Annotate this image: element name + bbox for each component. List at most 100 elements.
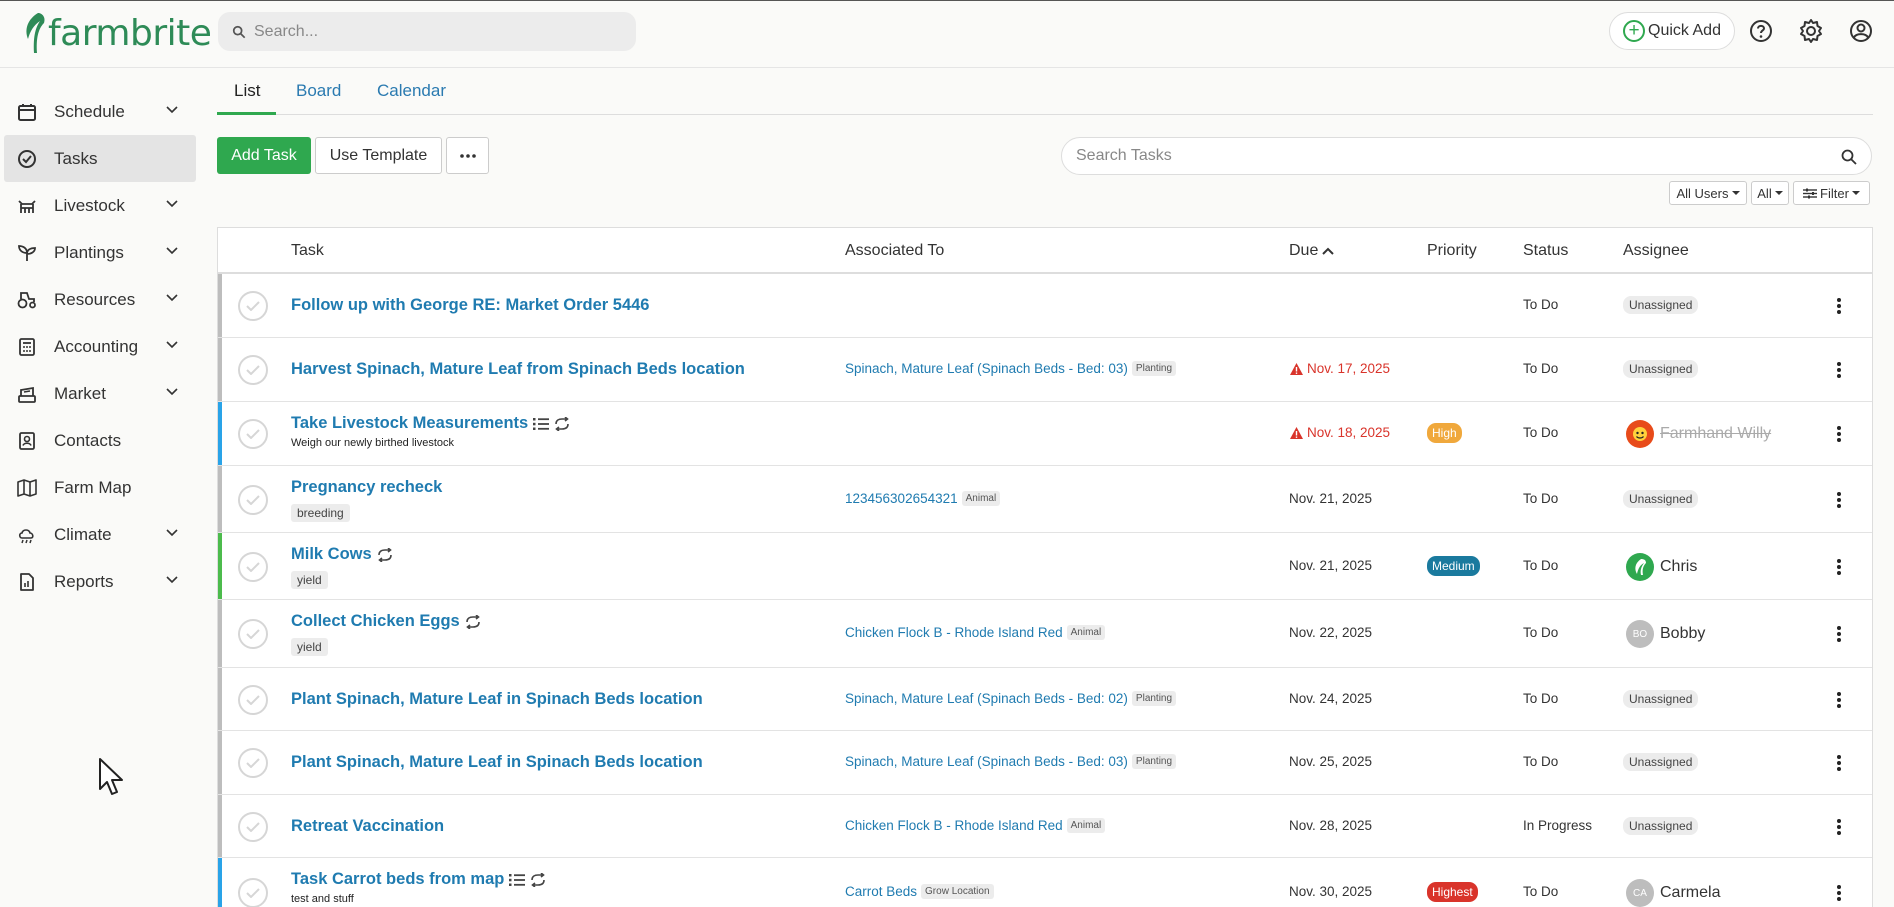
sidebar-item-schedule[interactable]: Schedule [4, 88, 196, 135]
assignee[interactable]: Chris [1626, 552, 1697, 581]
more-options-button[interactable] [446, 137, 489, 174]
table-row[interactable]: Retreat Vaccination Chicken Flock B - Rho… [218, 795, 1872, 858]
table-row[interactable]: Harvest Spinach, Mature Leaf from Spinac… [218, 338, 1872, 402]
sidebar-item-climate[interactable]: Climate [4, 511, 196, 558]
table-row[interactable]: Pregnancy recheck breeding 123456302654321… [218, 466, 1872, 533]
gear-icon[interactable] [1798, 18, 1824, 44]
complete-task-checkbox[interactable] [238, 551, 268, 582]
task-title-link[interactable]: Follow up with George RE: Market Order 5… [291, 296, 650, 315]
column-header-status[interactable]: Status [1523, 242, 1568, 260]
kebab-menu-icon[interactable] [1836, 491, 1842, 508]
table-row[interactable]: Plant Spinach, Mature Leaf in Spinach Be… [218, 731, 1872, 795]
add-task-button[interactable]: Add Task [217, 137, 311, 174]
column-header-priority[interactable]: Priority [1427, 242, 1477, 260]
user-account-icon[interactable] [1848, 18, 1874, 44]
table-row[interactable]: Plant Spinach, Mature Leaf in Spinach Be… [218, 668, 1872, 731]
sidebar-item-reports[interactable]: Reports [4, 558, 196, 605]
sidebar-item-plantings[interactable]: Plantings [4, 229, 196, 276]
task-title-link[interactable]: Harvest Spinach, Mature Leaf from Spinac… [291, 360, 745, 379]
sidebar-item-market[interactable]: Market [4, 370, 196, 417]
complete-task-checkbox[interactable] [238, 355, 268, 385]
global-search-input[interactable] [254, 22, 614, 41]
complete-task-checkbox[interactable] [238, 291, 268, 321]
kebab-menu-icon[interactable] [1836, 691, 1842, 708]
kebab-menu-icon[interactable] [1836, 426, 1842, 442]
complete-task-checkbox[interactable] [238, 419, 268, 449]
calendar-icon [18, 104, 36, 121]
task-title-link[interactable]: Plant Spinach, Mature Leaf in Spinach Be… [291, 753, 703, 772]
sidebar-item-livestock[interactable]: Livestock [4, 182, 196, 229]
chevron-down-icon [166, 200, 178, 208]
task-title-link[interactable]: Take Livestock Measurements [291, 414, 570, 433]
assignee[interactable]: CA Carmela [1626, 879, 1720, 907]
help-icon[interactable] [1748, 18, 1774, 44]
table-row[interactable]: Milk Cows yield Nov. 21, 2025 Medium To Do Ch… [218, 533, 1872, 600]
complete-task-checkbox[interactable] [238, 811, 268, 842]
task-title-link[interactable]: Collect Chicken Eggs [291, 612, 481, 631]
assignee-badge[interactable]: Unassigned [1623, 360, 1699, 378]
associated-link[interactable]: Chicken Flock B - Rhode Island Red Animal [845, 625, 1106, 640]
task-title-link[interactable]: Pregnancy recheck [291, 478, 442, 497]
sliders-icon [1803, 188, 1818, 198]
table-row[interactable]: Task Carrot beds from map test and stuff C… [218, 858, 1872, 907]
checkmark-icon [246, 429, 260, 439]
farmbrite-logo[interactable]: farmbrite [20, 9, 212, 57]
column-header-due[interactable]: Due [1289, 242, 1335, 260]
complete-task-checkbox[interactable] [238, 619, 268, 649]
all-dropdown[interactable]: All [1751, 181, 1789, 205]
kebab-menu-icon[interactable] [1836, 818, 1842, 835]
associated-link[interactable]: Spinach, Mature Leaf (Spinach Beds - Bed… [845, 754, 1177, 769]
kebab-menu-icon[interactable] [1836, 298, 1842, 314]
task-title-link[interactable]: Plant Spinach, Mature Leaf in Spinach Be… [291, 690, 703, 709]
associated-link[interactable]: Carrot Beds Grow Location [845, 884, 994, 899]
complete-task-checkbox[interactable] [238, 878, 268, 907]
global-search[interactable] [218, 12, 636, 51]
tab-list[interactable]: List [234, 81, 260, 101]
filter-dropdown[interactable]: Filter [1793, 181, 1870, 205]
task-title-link[interactable]: Retreat Vaccination [291, 817, 444, 836]
caret-down-icon [1851, 191, 1860, 195]
sidebar-item-farm-map[interactable]: Farm Map [4, 464, 196, 511]
kebab-menu-icon[interactable] [1836, 885, 1842, 901]
assignee-badge[interactable]: Unassigned [1623, 689, 1699, 708]
all-users-dropdown[interactable]: All Users [1669, 181, 1747, 205]
task-title-link[interactable]: Milk Cows [291, 545, 393, 564]
assignee-badge[interactable]: Unassigned [1623, 296, 1699, 314]
sidebar-item-resources[interactable]: Resources [4, 276, 196, 323]
assignee-badge[interactable]: Unassigned [1623, 816, 1699, 835]
tab-board[interactable]: Board [296, 81, 341, 101]
associated-link[interactable]: 123456302654321 Animal [845, 490, 1001, 506]
kebab-menu-icon[interactable] [1836, 626, 1842, 642]
quick-add-button[interactable]: + Quick Add [1609, 12, 1735, 50]
sidebar-item-label: Tasks [54, 148, 98, 168]
task-search-input[interactable] [1076, 147, 1816, 165]
complete-task-checkbox[interactable] [238, 684, 268, 715]
table-row[interactable]: Collect Chicken Eggs yield Chicken Flock B… [218, 600, 1872, 668]
kebab-menu-icon[interactable] [1836, 755, 1842, 771]
kebab-menu-icon[interactable] [1836, 362, 1842, 378]
assignee-badge[interactable]: Unassigned [1623, 489, 1699, 508]
column-header-assignee[interactable]: Assignee [1623, 242, 1689, 260]
associated-link[interactable]: Spinach, Mature Leaf (Spinach Beds - Bed… [845, 361, 1177, 376]
column-header-task[interactable]: Task [291, 242, 324, 260]
complete-task-checkbox[interactable] [238, 748, 268, 778]
task-search[interactable] [1061, 137, 1872, 175]
assignee[interactable]: BO Bobby [1626, 620, 1705, 648]
table-row[interactable]: Take Livestock Measurements Weigh our new… [218, 402, 1872, 466]
sidebar-item-tasks[interactable]: Tasks [4, 135, 196, 182]
associated-link[interactable]: Spinach, Mature Leaf (Spinach Beds - Bed… [845, 690, 1177, 706]
search-icon[interactable] [1841, 149, 1857, 165]
assignee-badge[interactable]: Unassigned [1623, 753, 1699, 771]
sidebar-item-accounting[interactable]: Accounting [4, 323, 196, 370]
associated-link[interactable]: Chicken Flock B - Rhode Island Red Animal [845, 817, 1106, 833]
task-title-link[interactable]: Task Carrot beds from map [291, 870, 546, 889]
kebab-menu-icon[interactable] [1836, 558, 1842, 575]
sidebar-item-contacts[interactable]: Contacts [4, 417, 196, 464]
leaf-logo-icon [26, 13, 45, 53]
complete-task-checkbox[interactable] [238, 484, 268, 515]
tab-calendar[interactable]: Calendar [377, 81, 446, 101]
column-header-associated[interactable]: Associated To [845, 242, 944, 260]
table-row[interactable]: Follow up with George RE: Market Order 5… [218, 274, 1872, 338]
assignee[interactable]: Farmhand Willy [1626, 420, 1771, 448]
use-template-button[interactable]: Use Template [315, 137, 442, 174]
